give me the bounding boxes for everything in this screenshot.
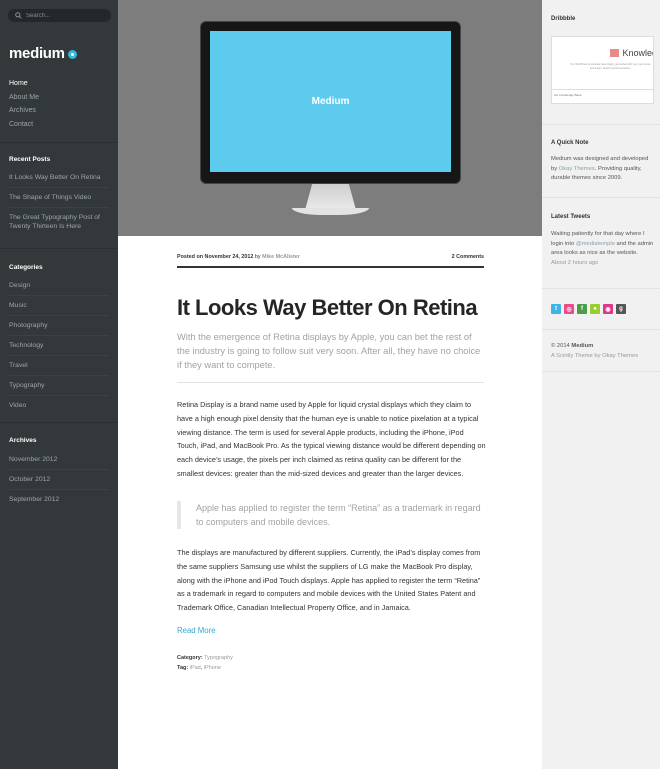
social-icons: t ◎ f ● ◉ g [551, 304, 629, 314]
recent-post-link[interactable]: The Great Typography Post of Twenty Thir… [9, 208, 109, 236]
copyright-text: © 2014 [551, 343, 570, 349]
recent-posts-list: It Looks Way Better On Retina The Shape … [9, 168, 109, 236]
nav-item-contact[interactable]: Contact [9, 120, 39, 134]
divider [542, 197, 660, 198]
archive-link[interactable]: October 2012 [9, 470, 109, 490]
recent-post-link[interactable]: It Looks Way Better On Retina [9, 168, 109, 188]
dribbble-shot-divider [552, 89, 653, 90]
post-meta: Posted on November 24, 2012 by Mike McAl… [177, 254, 484, 260]
github-icon[interactable]: ◉ [603, 304, 613, 314]
divider [542, 329, 660, 330]
theme-credit: A Scintly Theme by Okay Themes [551, 352, 639, 359]
comments-link[interactable]: 2 Comments [452, 254, 484, 260]
nav-item-about[interactable]: About Me [9, 93, 39, 107]
dribbble-shot[interactable]: Knowled Our WordPress knowledge base plu… [551, 36, 654, 104]
read-more-link[interactable]: Read More [177, 626, 216, 635]
archives-list: November 2012 October 2012 September 201… [9, 450, 109, 509]
category-link[interactable]: Typography [9, 376, 109, 396]
category-link[interactable]: Photography [9, 316, 109, 336]
category-link[interactable]: Travel [9, 356, 109, 376]
category-link[interactable]: Technology [9, 336, 109, 356]
category-link[interactable]: Video [9, 396, 109, 415]
dribbble-title: Dribbble [551, 16, 576, 22]
search-input[interactable] [26, 12, 106, 19]
nav-item-archives[interactable]: Archives [9, 106, 39, 120]
search-icon [15, 12, 22, 19]
flickr-icon[interactable]: ● [590, 304, 600, 314]
category-link[interactable]: Design [9, 276, 109, 296]
post-paragraph: The displays are manufactured by differe… [177, 548, 481, 613]
categories-list: Design Music Photography Technology Trav… [9, 276, 109, 415]
archives-title: Archives [9, 437, 37, 444]
search-box[interactable] [8, 9, 111, 22]
google-plus-icon[interactable]: g [616, 304, 626, 314]
mention-link[interactable]: @mediatemple [576, 241, 615, 247]
okay-themes-link[interactable]: Okay Themes [559, 166, 595, 172]
category-label: Category: [177, 655, 203, 661]
dribbble-shot-title: Knowled [622, 48, 654, 58]
monitor-illustration: Medium [200, 21, 461, 184]
post-lead: With the emergence of Retina displays by… [177, 332, 481, 370]
tag-label: Tag: [177, 665, 189, 671]
copyright-name: Medium [571, 343, 594, 349]
left-sidebar: medium Home About Me Archives Contact Re… [0, 0, 118, 769]
tweet-time[interactable]: About 2 hours ago [551, 260, 598, 266]
monitor-base [292, 208, 369, 215]
facebook-icon[interactable]: f [577, 304, 587, 314]
site-logo[interactable]: medium [9, 45, 77, 62]
monitor-stand [305, 184, 356, 210]
lead-divider [177, 382, 484, 383]
divider [0, 248, 118, 249]
post-paragraph: Retina Display is a brand name used by A… [177, 400, 486, 478]
quick-note-text: Medium was designed and developed by Oka… [551, 155, 654, 184]
site-name: medium [9, 45, 65, 62]
post-author[interactable]: Mike McAlister [262, 254, 300, 260]
footer-credit: © 2014 Medium A Scintly Theme by Okay The… [551, 342, 654, 361]
divider [0, 142, 118, 143]
divider [542, 288, 660, 289]
logo-dot-icon [67, 50, 77, 59]
tweet-text: Waiting patiently for that day where I l… [551, 230, 654, 268]
category-tag-link[interactable]: Typography [204, 655, 233, 661]
post-blockquote: Apple has applied to register the term “… [177, 501, 484, 529]
post-date: Posted on November 24, 2012 [177, 254, 254, 260]
dribbble-shot-heading: Knowled [610, 48, 654, 58]
quick-note-title: A Quick Note [551, 140, 589, 146]
tag-link[interactable]: iPad [190, 665, 201, 671]
archive-link[interactable]: November 2012 [9, 450, 109, 470]
dribbble-icon[interactable]: ◎ [564, 304, 574, 314]
dribbble-shot-text: Our WordPress knowledge base plugin, get… [570, 63, 651, 70]
post-by: by [254, 254, 261, 260]
post-title[interactable]: It Looks Way Better On Retina [177, 295, 497, 321]
divider [542, 371, 660, 372]
divider [0, 422, 118, 423]
dribbble-shot-footer: the Knowledge Base [554, 93, 582, 97]
categories-title: Categories [9, 264, 43, 271]
recent-post-link[interactable]: The Shape of Things Video [9, 188, 109, 208]
divider [542, 124, 660, 125]
book-icon [610, 49, 620, 57]
category-link[interactable]: Music [9, 296, 109, 316]
nav-item-home[interactable]: Home [9, 79, 39, 93]
main-nav: Home About Me Archives Contact [9, 79, 39, 133]
hero-image: Medium [118, 0, 542, 236]
right-sidebar: Dribbble Knowled Our WordPress knowledge… [542, 0, 660, 769]
meta-divider [177, 266, 484, 268]
latest-tweets-title: Latest Tweets [551, 214, 591, 220]
recent-posts-title: Recent Posts [9, 156, 51, 163]
twitter-icon[interactable]: t [551, 304, 561, 314]
archive-link[interactable]: September 2012 [9, 490, 109, 509]
monitor-screen: Medium [210, 31, 451, 172]
tag-link[interactable]: iPhone [204, 665, 221, 671]
post-taxonomy: Category: Typography Tag: iPad, iPhone [177, 655, 233, 671]
